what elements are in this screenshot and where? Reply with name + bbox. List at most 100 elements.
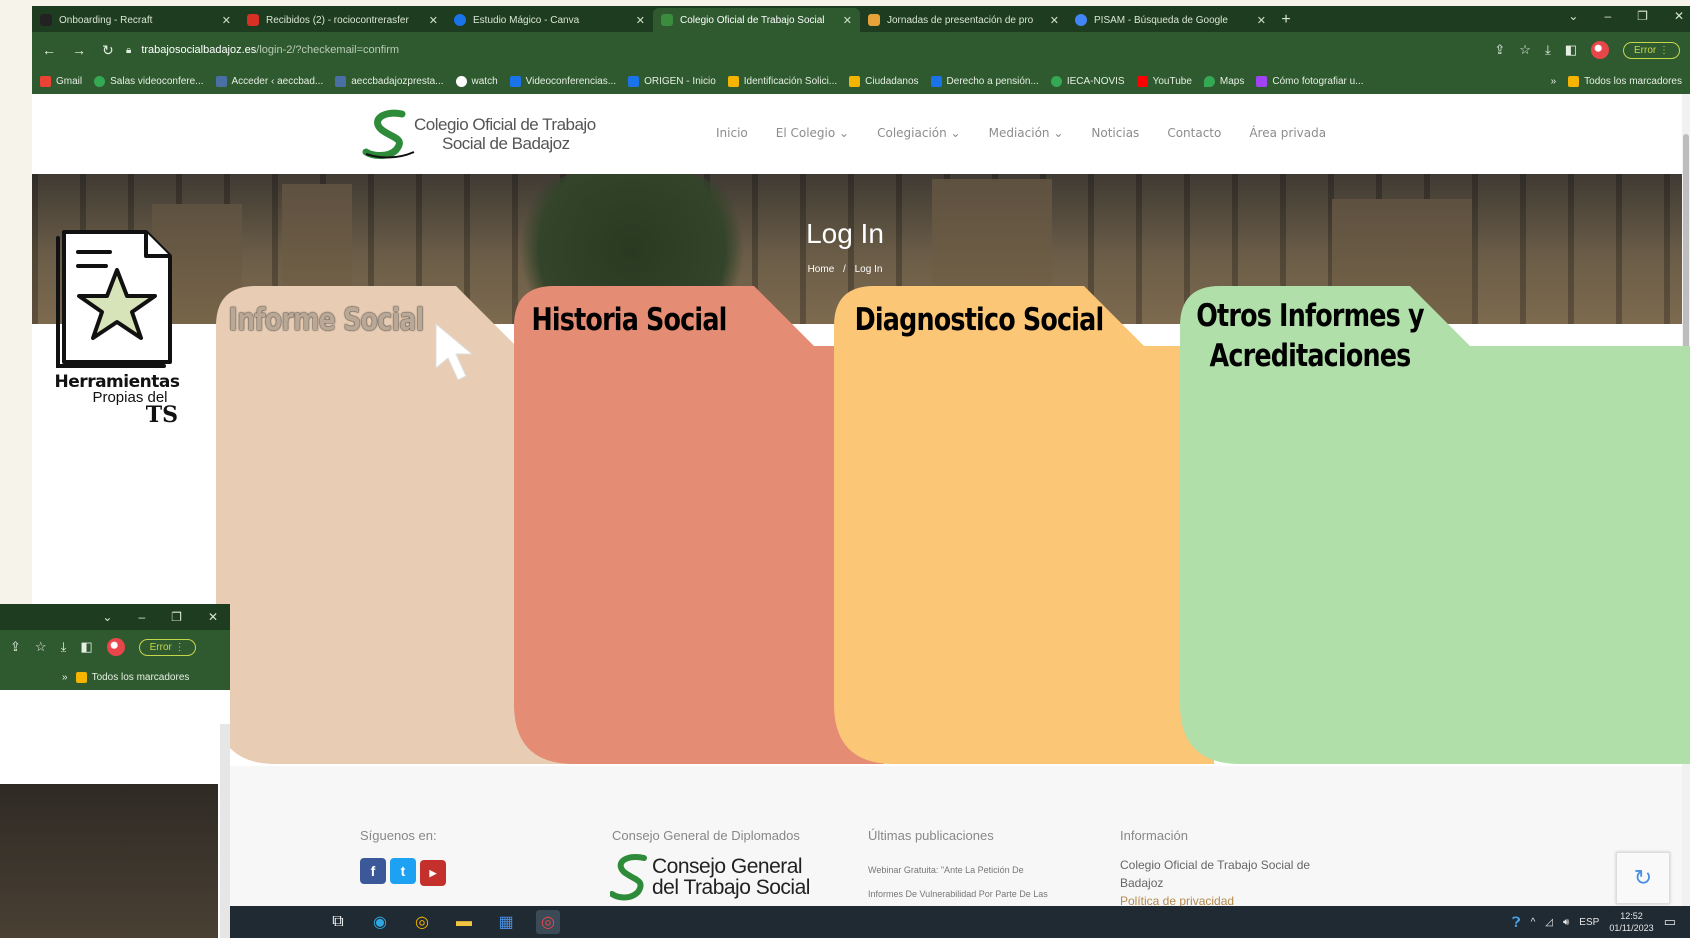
tab-canva[interactable]: Estudio Mágico - Canva ✕ [446,8,653,32]
share-icon[interactable]: ⇪ [10,639,21,655]
close-icon[interactable]: ✕ [1050,14,1059,27]
tab-gmail[interactable]: Recibidos (2) - rociocontrerasfer ✕ [239,8,446,32]
bookmark-item[interactable]: Acceder ‹ aeccbad... [215,75,323,87]
download-icon[interactable]: ⤓ [61,639,67,655]
breadcrumb-home[interactable]: Home [808,264,835,275]
star-icon[interactable]: ☆ [1519,42,1531,58]
notifications-icon[interactable]: ▭ [1664,914,1676,930]
tab-search-icon[interactable]: ⌄ [1568,9,1578,23]
profile-avatar[interactable] [106,638,125,656]
chevron-double-icon[interactable]: » [62,672,68,683]
error-button[interactable]: Error ⋮ [1622,41,1680,59]
download-icon[interactable]: ⤓ [1545,42,1551,58]
store-icon[interactable]: ▦ [494,910,518,934]
recaptcha-badge[interactable]: ↻ [1616,852,1670,904]
consejo-logo-icon [610,854,647,901]
minimize-icon[interactable]: – [138,610,145,624]
bookmark-item[interactable]: Ciudadanos [849,75,919,87]
help-icon[interactable]: ❓︎ [1512,914,1520,931]
second-scrollbar[interactable] [220,724,230,938]
youtube-icon[interactable]: ▶ [420,860,446,886]
wordpress-icon [335,75,347,87]
close-window-icon[interactable]: ✕ [1674,9,1684,23]
file-explorer-icon[interactable]: ▬ [452,910,476,934]
share-icon[interactable]: ⇪ [1494,42,1505,58]
tab-colegio[interactable]: Colegio Oficial de Trabajo Social ✕ [653,8,860,32]
clock[interactable]: 12:52 01/11/2023 [1609,910,1653,934]
reload-icon[interactable]: ↻ [102,42,114,59]
twitter-icon[interactable]: t [390,858,416,884]
close-window-icon[interactable]: ✕ [208,610,218,624]
sidepanel-icon[interactable]: ◧ [1565,42,1577,58]
id-icon [727,75,739,87]
second-toolbar: ⇪ ☆ ⤓ ◧ Error ⋮ [0,630,230,664]
back-icon[interactable]: ← [42,42,56,59]
bookmark-item[interactable]: YouTube [1136,75,1192,87]
new-tab-button[interactable]: + [1274,8,1298,32]
bookmark-item[interactable]: Salas videoconfere... [94,75,204,87]
bookmark-item[interactable]: Derecho a pensión... [930,75,1039,87]
profile-avatar[interactable] [1590,41,1609,59]
folder-otros-informes[interactable]: Otros Informes y Acreditaciones [1180,286,1690,764]
sidepanel-icon[interactable]: ◧ [80,639,92,655]
close-icon[interactable]: ✕ [222,14,231,27]
youtube-icon [1136,75,1148,87]
nav-colegiacion[interactable]: Colegiación ⌄ [877,126,961,140]
close-icon[interactable]: ✕ [429,14,438,27]
star-icon[interactable]: ☆ [35,639,47,655]
bookmark-item[interactable]: Gmail [40,75,82,87]
facebook-icon[interactable]: f [360,858,386,884]
nav-contacto[interactable]: Contacto [1167,126,1221,140]
tab-onboarding[interactable]: Onboarding - Recraft ✕ [32,8,239,32]
bookmark-item[interactable]: ORIGEN - Inicio [628,75,716,87]
nav-inicio[interactable]: Inicio [716,126,748,140]
nav-area-privada[interactable]: Área privada [1249,126,1326,140]
chrome-profile-icon[interactable]: ◎ [536,910,560,934]
all-bookmarks[interactable]: Todos los marcadores [75,671,189,683]
bookmark-item[interactable]: Maps [1203,75,1244,87]
folder-historia-social[interactable]: Historia Social [514,286,884,764]
restore-icon[interactable]: ❐ [171,610,182,624]
bookmark-item[interactable]: IECA-NOVIS [1050,75,1125,87]
language-indicator[interactable]: ESP [1579,917,1599,928]
slides-icon [868,14,880,26]
tab-search-icon[interactable]: ⌄ [102,610,112,624]
forward-icon[interactable]: → [72,42,86,59]
edge-icon[interactable]: ◉ [368,910,392,934]
site-logo[interactable]: Colegio Oficial de Trabajo Social de Bad… [362,108,596,160]
nav-el-colegio[interactable]: El Colegio ⌄ [776,126,849,140]
close-icon[interactable]: ✕ [843,14,852,27]
task-view-icon[interactable]: ⧉ [326,910,350,934]
bookmarks-overflow: » Todos los marcadores [1551,75,1682,87]
bookmark-item[interactable]: Identificación Solici... [727,75,837,87]
consejo-logo[interactable]: Consejo General del Trabajo Social [610,852,810,902]
chrome-icon[interactable]: ◎ [410,910,434,934]
url-input[interactable]: 🔒︎ trabajosocialbadajoz.es/login-2/?chec… [126,37,1494,63]
lock-icon[interactable]: 🔒︎ [126,45,131,56]
latest-post-link[interactable]: Informes De Vulnerabilidad Por Parte De … [868,882,1048,906]
nav-noticias[interactable]: Noticias [1091,126,1139,140]
all-bookmarks[interactable]: Todos los marcadores [1568,75,1682,87]
volume-icon[interactable]: 🔊︎ [1563,917,1569,928]
bookmark-item[interactable]: Videoconferencias... [509,75,616,87]
bookmark-item[interactable]: aeccbadajozpresta... [335,75,444,87]
chevron-double-icon[interactable]: » [1551,76,1557,87]
footer-latest-heading: Últimas publicaciones [868,828,994,843]
second-browser-window: ⌄ – ❐ ✕ ⇪ ☆ ⤓ ◧ Error ⋮ » Todos los marc… [0,604,230,938]
network-icon[interactable]: ◿ [1545,917,1553,928]
nav-mediacion[interactable]: Mediación ⌄ [989,126,1064,140]
latest-post-link[interactable]: Webinar Gratuita: "Ante La Petición De [868,858,1048,882]
chevron-up-icon[interactable]: ^ [1531,917,1536,928]
privacy-link[interactable]: Política de privacidad [1120,892,1310,906]
bookmark-item[interactable]: watch [455,75,498,87]
folder-fill [514,286,884,764]
document-star-icon [56,230,172,368]
error-button[interactable]: Error ⋮ [138,638,196,656]
restore-icon[interactable]: ❐ [1637,9,1648,23]
close-icon[interactable]: ✕ [1257,14,1266,27]
minimize-icon[interactable]: – [1604,9,1611,23]
bookmark-item[interactable]: Cómo fotografiar u... [1256,75,1364,87]
close-icon[interactable]: ✕ [636,14,645,27]
tab-google-search[interactable]: PISAM - Búsqueda de Google ✕ [1067,8,1274,32]
tab-jornadas[interactable]: Jornadas de presentación de pro ✕ [860,8,1067,32]
